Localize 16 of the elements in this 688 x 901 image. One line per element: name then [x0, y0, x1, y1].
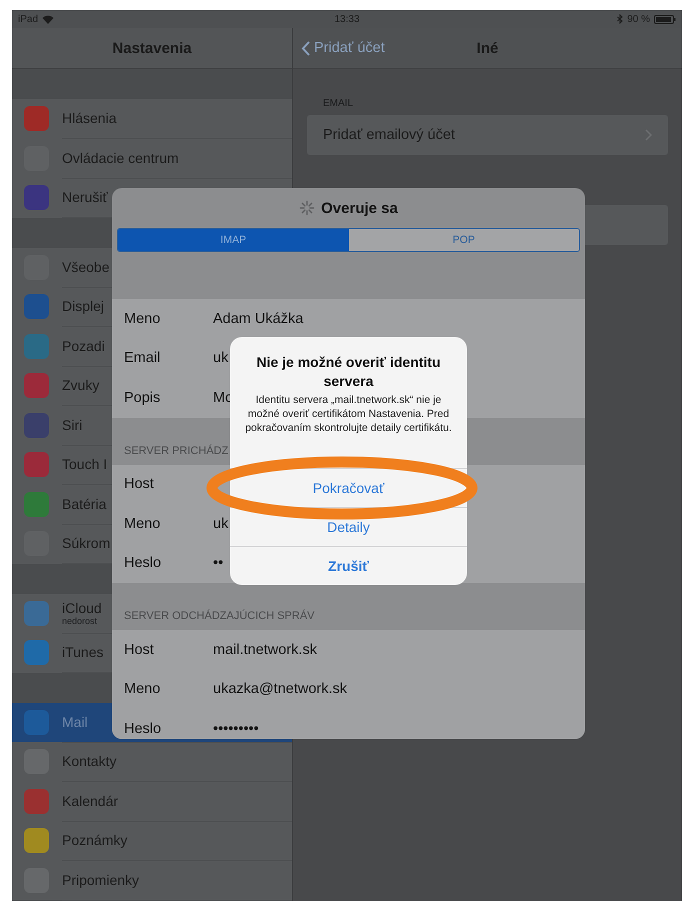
field-label: Email [124, 350, 162, 366]
field-label: Popis [124, 390, 162, 406]
page-title: Iné [476, 40, 498, 56]
field-label: Meno [124, 516, 162, 532]
section-header: SERVER ODCHÁDZAJÚCICH SPRÁV [124, 610, 314, 622]
field-label: Host [124, 476, 155, 492]
field-label: Heslo [124, 720, 162, 737]
field-label: Meno [124, 681, 162, 698]
sidebar-title: Nastavenia [112, 40, 192, 56]
field-label: Host [124, 642, 155, 658]
field-label: Meno [124, 310, 162, 327]
alert-title: Nie je možné overiť identitu servera [255, 353, 442, 391]
field-label: Heslo [124, 555, 162, 572]
section-header: SERVER PRICHÁDZ [124, 444, 228, 456]
sheet-title: Overuje sa [321, 200, 398, 216]
alert-message: Identitu servera „mail.tnetwork.sk“ nie je možné overiť certifikátom Nastavenia. Pred pokračovaním skontrolujte detaily certifikátu. [244, 393, 453, 435]
